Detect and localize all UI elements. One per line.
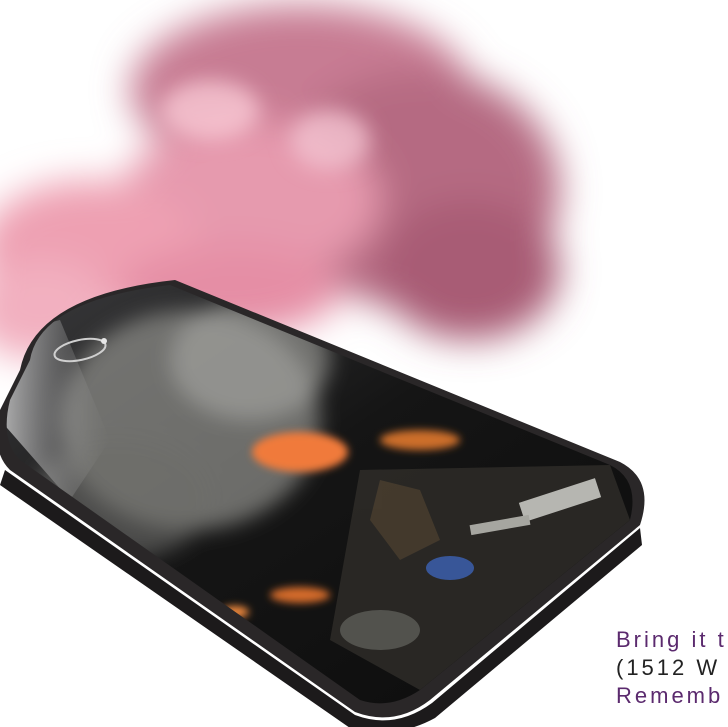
caption-line-3: Rememb [616, 683, 724, 708]
phone [0, 280, 645, 727]
caption-line-1: Bring it t [616, 627, 727, 652]
caption-line-2: (1512 W [616, 655, 721, 680]
scene-illustration [0, 5, 645, 727]
caption-text: Bring it t (1512 W Rememb [616, 626, 728, 710]
photo-scene [0, 0, 728, 727]
